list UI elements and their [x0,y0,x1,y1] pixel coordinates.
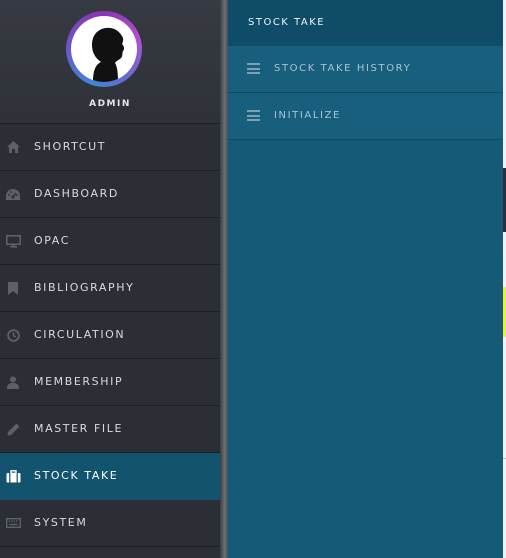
user-icon [5,374,21,390]
sidebar-item-label: SYSTEM [34,516,88,529]
avatar[interactable] [66,11,142,87]
sidebar-item-label: MASTER FILE [34,422,124,435]
pencil-icon [5,421,21,437]
sidebar-item-stock-take[interactable]: STOCK TAKE [0,453,220,500]
desktop-icon [5,233,21,249]
profile-section: ADMIN [0,0,220,124]
sidebar-item-system[interactable]: SYSTEM [0,500,220,547]
sidebar-item-master-file[interactable]: MASTER FILE [0,406,220,453]
submenu-item-initialize[interactable]: INITIALIZE [228,93,503,140]
sidebar-item-membership[interactable]: MEMBERSHIP [0,359,220,406]
clock-icon [5,327,21,343]
submenu-item-label: STOCK TAKE HISTORY [274,63,412,74]
dashboard-icon [5,186,21,202]
keyboard-icon [5,515,21,531]
sidebar-item-label: STOCK TAKE [34,469,119,482]
sidebar-item-label: DASHBOARD [34,187,119,200]
bookmark-icon [5,280,21,296]
profile-name: ADMIN [89,99,131,109]
sidebar-item-opac[interactable]: OPAC [0,218,220,265]
panel-divider [220,0,228,558]
sidebar-item-label: CIRCULATION [34,328,126,341]
sidebar-item-circulation[interactable]: CIRCULATION [0,312,220,359]
sidebar-item-label: BIBLIOGRAPHY [34,281,135,294]
sidebar-item-label: MEMBERSHIP [34,375,124,388]
submenu-title: STOCK TAKE [248,17,326,28]
submenu-panel: STOCK TAKE STOCK TAKE HISTORY INITIALIZE [228,0,503,558]
menu-lines-icon [247,110,260,121]
sidebar-item-label: OPAC [34,234,71,247]
sidebar-item-label: SHORTCUT [34,140,107,153]
submenu-item-stock-take-history[interactable]: STOCK TAKE HISTORY [228,46,503,93]
sidebar: ADMIN SHORTCUT DASHBOARD OPAC BIBLIOGRAP… [0,0,220,558]
sidebar-item-dashboard[interactable]: DASHBOARD [0,171,220,218]
sidebar-item-bibliography[interactable]: BIBLIOGRAPHY [0,265,220,312]
submenu-item-label: INITIALIZE [274,110,341,121]
sidebar-item-shortcut[interactable]: SHORTCUT [0,124,220,171]
submenu-header: STOCK TAKE [228,0,503,46]
user-silhouette-icon [71,16,137,82]
briefcase-icon [5,468,21,484]
menu-lines-icon [247,63,260,74]
home-icon [5,139,21,155]
